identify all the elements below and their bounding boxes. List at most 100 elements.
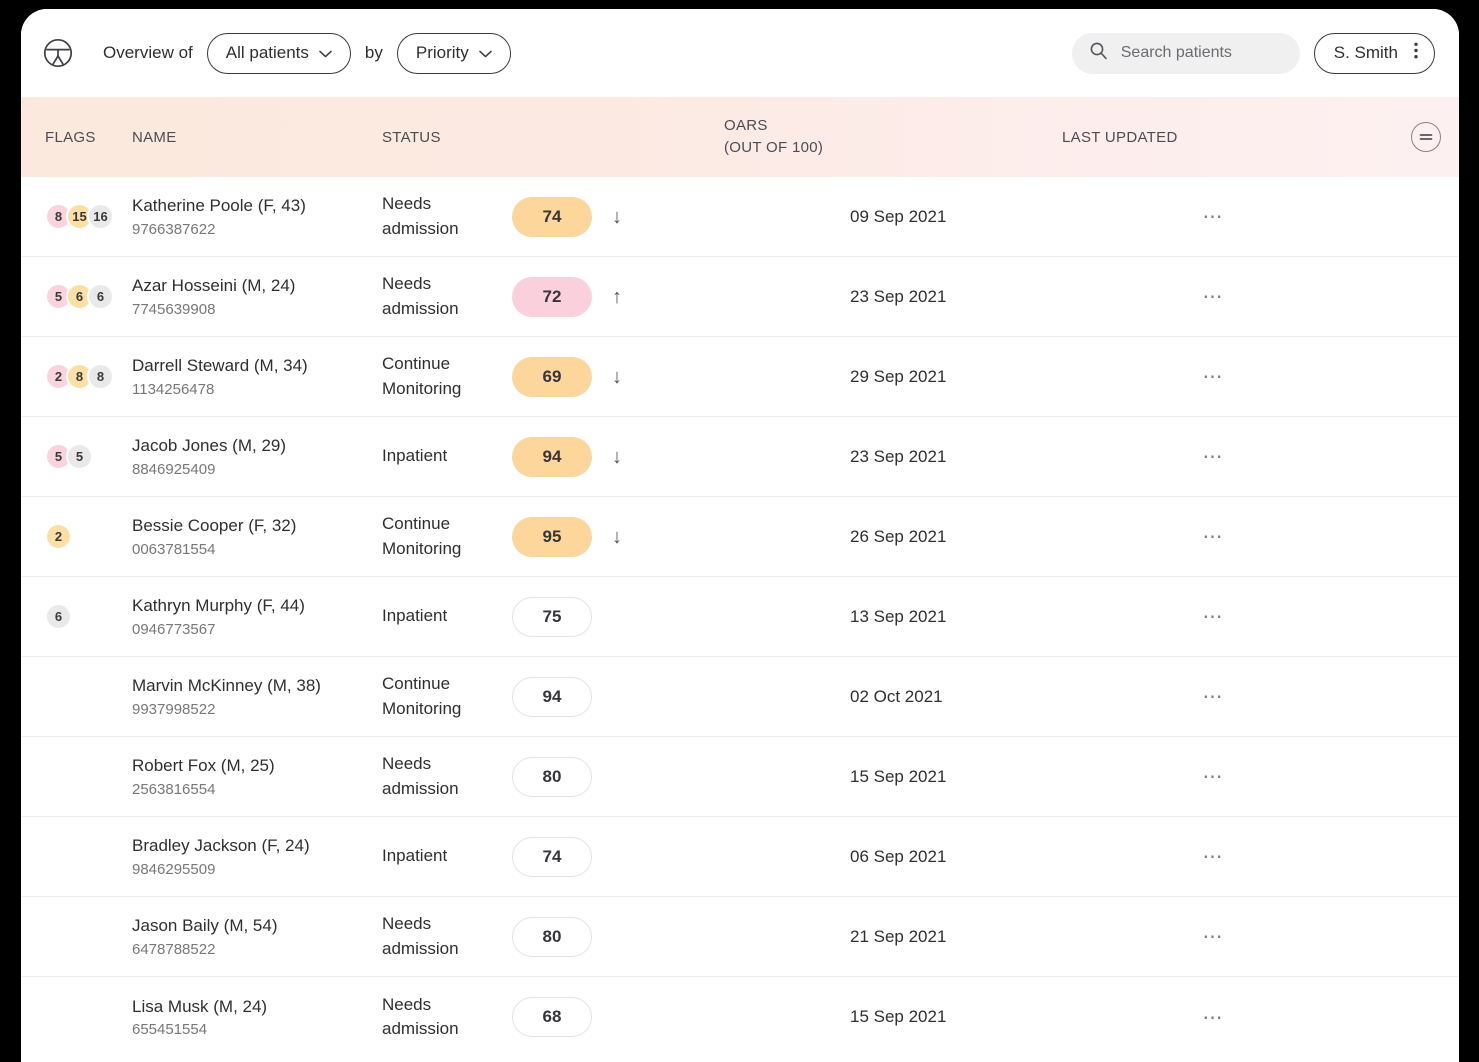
patients-filter-dropdown[interactable]: All patients bbox=[206, 32, 351, 74]
table-row[interactable]: 5 5 Jacob Jones (M, 29) 8846925409 Inpatient… bbox=[21, 417, 1459, 497]
patient-id: 0946773567 bbox=[132, 620, 216, 638]
patient-name[interactable]: Bradley Jackson (F, 24) bbox=[132, 835, 382, 858]
flag-badge[interactable]: 2 bbox=[45, 523, 72, 550]
patient-id: 9846295509 bbox=[132, 860, 216, 878]
flags-cell: 55 bbox=[21, 443, 132, 470]
column-header-oars-line2: (OUT OF 100) bbox=[724, 139, 824, 156]
row-actions-ellipsis-icon[interactable]: ⋯ bbox=[1180, 897, 1247, 976]
patient-id: 0063781554 bbox=[132, 540, 216, 558]
name-cell: Jason Baily (M, 54) 6478788522 bbox=[132, 915, 382, 958]
oars-cell: 69 ↓ bbox=[512, 356, 850, 397]
user-account-button[interactable]: S. Smith bbox=[1313, 32, 1435, 74]
last-updated-cell: 15 Sep 2021 bbox=[850, 1007, 947, 1026]
row-actions-ellipsis-icon[interactable]: ⋯ bbox=[1180, 177, 1247, 256]
oars-trend-icon: ↓ bbox=[612, 525, 622, 548]
column-header-flags[interactable]: FLAGS bbox=[21, 129, 132, 146]
table-row[interactable]: Lisa Musk (M, 24) 655451554 Needs admissio… bbox=[21, 977, 1459, 1057]
patient-name[interactable]: Marvin McKinney (M, 38) bbox=[132, 675, 382, 698]
patient-id: 9766387622 bbox=[132, 220, 216, 238]
flag-badge[interactable]: 6 bbox=[45, 603, 72, 630]
row-actions-ellipsis-icon[interactable]: ⋯ bbox=[1180, 417, 1247, 496]
status-cell: Continue Monitoring bbox=[382, 674, 462, 718]
oars-cell: 80 bbox=[512, 756, 850, 797]
kebab-menu-icon[interactable] bbox=[1414, 42, 1418, 64]
name-cell: Lisa Musk (M, 24) 655451554 bbox=[132, 996, 382, 1039]
flags-cell: 6 bbox=[21, 603, 132, 630]
flag-badge[interactable]: 16 bbox=[87, 203, 114, 230]
name-cell: Kathryn Murphy (F, 44) 0946773567 bbox=[132, 595, 382, 638]
oars-score-badge: 75 bbox=[512, 596, 592, 637]
row-actions-ellipsis-icon[interactable]: ⋯ bbox=[1180, 497, 1247, 576]
patient-name[interactable]: Robert Fox (M, 25) bbox=[132, 755, 382, 778]
status-cell: Inpatient bbox=[382, 446, 448, 466]
table-row[interactable]: 2 8 8 Darrell Steward (M, 34) 1134256478 Cont… bbox=[21, 337, 1459, 417]
column-header-oars[interactable]: OARS (OUT OF 100) bbox=[724, 115, 1062, 159]
sort-filter-dropdown[interactable]: Priority bbox=[396, 32, 511, 74]
oars-score-badge: 95 bbox=[512, 516, 592, 557]
oars-cell: 94 ↓ bbox=[512, 436, 850, 477]
oars-cell: 80 bbox=[512, 916, 850, 957]
name-cell: Bradley Jackson (F, 24) 9846295509 bbox=[132, 835, 382, 878]
table-row[interactable]: Marvin McKinney (M, 38) 9937998522 Continu… bbox=[21, 657, 1459, 737]
search-container[interactable] bbox=[1071, 32, 1300, 74]
row-actions-ellipsis-icon[interactable]: ⋯ bbox=[1180, 657, 1247, 736]
last-updated-cell: 29 Sep 2021 bbox=[850, 366, 947, 386]
oars-score-badge: 74 bbox=[512, 836, 592, 877]
oars-cell: 94 bbox=[512, 676, 850, 717]
oars-cell: 68 bbox=[512, 997, 850, 1037]
name-cell: Bessie Cooper (F, 32) 0063781554 bbox=[132, 515, 382, 558]
patient-name[interactable]: Darrell Steward (M, 34) bbox=[132, 355, 382, 378]
patient-table-body: 8 15 16 Katherine Poole (F, 43) 9766387622 Ne… bbox=[21, 177, 1459, 1057]
name-cell: Marvin McKinney (M, 38) 9937998522 bbox=[132, 675, 382, 718]
search-input[interactable] bbox=[1120, 44, 1283, 62]
patient-id: 655451554 bbox=[132, 1021, 208, 1039]
name-cell: Robert Fox (M, 25) 2563816554 bbox=[132, 755, 382, 798]
flags-cell: 2 bbox=[21, 523, 132, 550]
name-cell: Azar Hosseini (M, 24) 7745639908 bbox=[132, 275, 382, 318]
row-actions-ellipsis-icon[interactable]: ⋯ bbox=[1180, 817, 1247, 896]
oars-score-badge: 69 bbox=[512, 356, 592, 397]
table-row[interactable]: 2 Bessie Cooper (F, 32) 0063781554 Continue… bbox=[21, 497, 1459, 577]
table-row[interactable]: Robert Fox (M, 25) 2563816554 Needs admiss… bbox=[21, 737, 1459, 817]
last-updated-cell: 06 Sep 2021 bbox=[850, 846, 947, 866]
row-actions-ellipsis-icon[interactable]: ⋯ bbox=[1180, 977, 1247, 1057]
patient-id: 6478788522 bbox=[132, 940, 216, 958]
filter-lines-icon[interactable] bbox=[1410, 122, 1441, 152]
status-cell: Needs admission bbox=[382, 274, 459, 318]
last-updated-cell: 02 Oct 2021 bbox=[850, 686, 943, 706]
table-row[interactable]: 6 Kathryn Murphy (F, 44) 0946773567 Inpatie… bbox=[21, 577, 1459, 657]
column-header-actions bbox=[1392, 122, 1459, 152]
column-header-status[interactable]: STATUS bbox=[382, 129, 724, 146]
patient-name[interactable]: Bessie Cooper (F, 32) bbox=[132, 515, 382, 538]
patient-id: 1134256478 bbox=[132, 380, 215, 398]
patient-name[interactable]: Jason Baily (M, 54) bbox=[132, 915, 382, 938]
last-updated-cell: 21 Sep 2021 bbox=[850, 926, 947, 946]
last-updated-cell: 23 Sep 2021 bbox=[850, 446, 947, 466]
row-actions-ellipsis-icon[interactable]: ⋯ bbox=[1180, 257, 1247, 336]
patient-name[interactable]: Lisa Musk (M, 24) bbox=[132, 996, 382, 1019]
table-header-row: FLAGS NAME STATUS OARS (OUT OF 100) LAST… bbox=[21, 97, 1459, 177]
patients-filter-label: All patients bbox=[225, 43, 309, 62]
patient-name[interactable]: Katherine Poole (F, 43) bbox=[132, 195, 382, 218]
patient-name[interactable]: Jacob Jones (M, 29) bbox=[132, 435, 382, 458]
table-row[interactable]: 8 15 16 Katherine Poole (F, 43) 9766387622 Ne… bbox=[21, 177, 1459, 257]
column-header-last-updated[interactable]: LAST UPDATED bbox=[1062, 129, 1392, 146]
status-cell: Inpatient bbox=[382, 846, 448, 866]
column-header-name[interactable]: NAME bbox=[132, 129, 382, 146]
patient-name[interactable]: Kathryn Murphy (F, 44) bbox=[132, 595, 382, 618]
flag-badge[interactable]: 6 bbox=[87, 283, 114, 310]
row-actions-ellipsis-icon[interactable]: ⋯ bbox=[1180, 737, 1247, 816]
app-window: Overview of All patients by Priority Sea… bbox=[21, 9, 1459, 1062]
status-cell: Needs admission bbox=[382, 994, 459, 1038]
table-row[interactable]: 5 6 6 Azar Hosseini (M, 24) 7745639908 Needs … bbox=[21, 257, 1459, 337]
table-row[interactable]: Jason Baily (M, 54) 6478788522 Needs admis… bbox=[21, 897, 1459, 977]
row-actions-ellipsis-icon[interactable]: ⋯ bbox=[1180, 337, 1247, 416]
row-actions-ellipsis-icon[interactable]: ⋯ bbox=[1180, 577, 1247, 656]
name-cell: Darrell Steward (M, 34) 1134256478 bbox=[132, 355, 382, 398]
table-row[interactable]: Bradley Jackson (F, 24) 9846295509 Inpatie… bbox=[21, 817, 1459, 897]
patient-name[interactable]: Azar Hosseini (M, 24) bbox=[132, 275, 382, 298]
flag-badge[interactable]: 5 bbox=[66, 443, 93, 470]
last-updated-cell: 13 Sep 2021 bbox=[850, 606, 947, 626]
search-icon bbox=[1089, 41, 1108, 65]
flag-badge[interactable]: 8 bbox=[87, 363, 114, 390]
